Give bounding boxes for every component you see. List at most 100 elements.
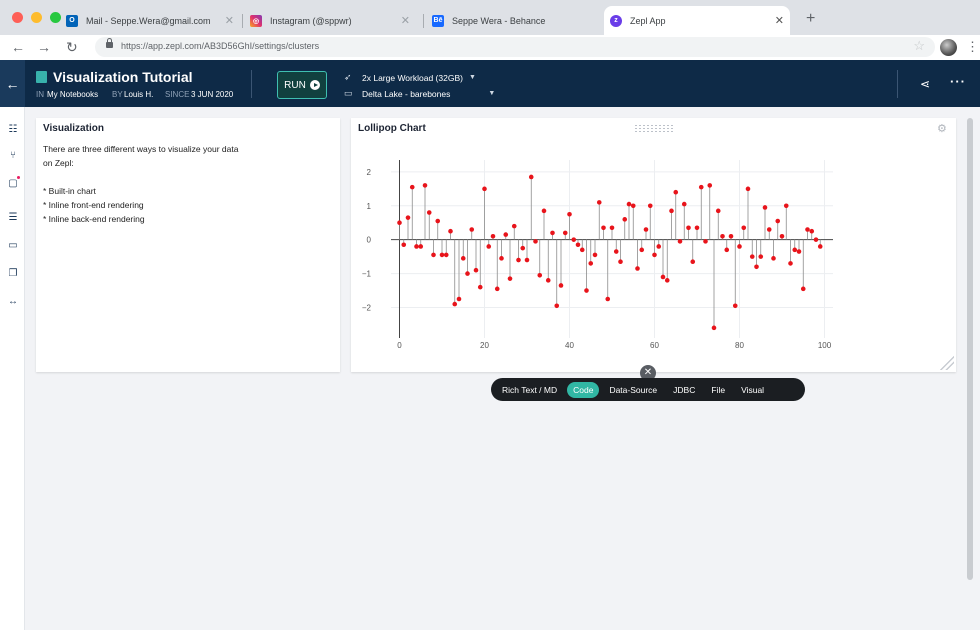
url-field[interactable]: https://app.zepl.com/AB3D56GhI/settings/… [95,37,935,57]
git-branch-icon[interactable]: ⑂ [7,150,19,162]
lollipop-point [524,257,530,263]
share-icon[interactable]: ⋖ [920,77,930,91]
behance-icon: Bē [432,14,444,27]
lollipop-point [809,228,815,234]
back-arrow-icon[interactable]: ← [0,60,25,107]
toolbar-file[interactable]: File [705,382,731,398]
comments-icon[interactable]: ▢ [7,178,19,190]
browser-tab-zepl[interactable]: z Zepl App ✕ [604,6,790,35]
lollipop-point [647,203,653,209]
close-icon[interactable]: ✕ [225,14,234,27]
lollipop-point [805,227,810,232]
new-tab-button[interactable]: + [806,10,815,28]
lollipop-point [741,225,747,231]
browser-menu-icon[interactable]: ⋮ [966,38,979,56]
lollipop-point [499,256,504,261]
datasource-icon[interactable]: ▭ [7,240,19,252]
code-icon[interactable]: ↔ [7,296,19,308]
lollipop-point [414,244,419,249]
datasource-icon: ▭ [344,88,353,98]
toolbar-code[interactable]: Code [567,381,600,398]
outlook-icon: O [66,14,78,27]
browser-tab-instagram[interactable]: ◎ Instagram (@sppwr) ✕ [244,6,416,35]
tab-label: Seppe Wera - Behance [452,15,546,26]
run-label: RUN [284,79,306,91]
minimize-window-button[interactable] [31,12,42,23]
notebook-header: ← Visualization Tutorial IN My Notebooks… [0,60,980,107]
lollipop-point [652,252,657,258]
lollipop-point [465,271,470,276]
lollipop-point [703,239,708,244]
lollipop-point [507,276,513,281]
lollipop-point [724,247,730,253]
run-button[interactable]: RUN [277,71,327,99]
profile-avatar[interactable] [940,39,957,56]
lollipop-point [754,264,759,270]
close-icon[interactable]: ✕ [401,14,410,27]
lollipop-point [643,227,649,232]
notebook-folder-link[interactable]: My Notebooks [47,90,98,99]
lock-icon [106,38,113,48]
lollipop-point [677,239,683,244]
lollipop-point [456,296,462,302]
lollipop-point [728,233,734,239]
lollipop-point [711,325,717,331]
toolbar-visual[interactable]: Visual [735,382,770,398]
lollipop-point [503,232,509,237]
lollipop-point [554,303,560,309]
bookmark-star-icon[interactable]: ☆ [913,38,925,54]
reload-icon[interactable]: ↻ [66,39,78,56]
url-text: https://app.zepl.com/AB3D56GhI/settings/… [121,41,320,51]
lollipop-point [788,261,793,266]
close-window-button[interactable] [12,12,23,23]
browser-tab-mail[interactable]: O Mail - Seppe.Wera@gmail.com ✕ [60,6,240,35]
lollipop-point [511,223,517,229]
back-arrow-icon[interactable]: ← [11,39,25,55]
address-bar-row: ← → ↻ https://app.zepl.com/AB3D56GhI/set… [0,35,980,60]
page-scrollbar[interactable] [967,118,973,580]
notebook-title[interactable]: Visualization Tutorial [53,69,193,85]
lollipop-point [690,259,696,265]
lollipop-point [720,233,725,239]
browser-tab-behance[interactable]: Bē Seppe Wera - Behance [426,6,604,35]
lollipop-point [426,210,432,215]
x-tick-label: 100 [818,341,832,350]
toolbar-data-source[interactable]: Data-Source [603,382,663,398]
outline-icon[interactable]: ☷ [7,124,19,136]
text-paragraph: Visualization There are three different … [36,118,340,372]
lollipop-point [482,186,487,192]
forward-arrow-icon[interactable]: → [37,39,51,55]
lollipop-point [409,184,415,190]
toolbar-jdbc[interactable]: JDBC [667,382,701,398]
lollipop-point [435,218,441,224]
tab-divider [423,14,424,28]
lollipop-point [537,272,543,278]
database-icon[interactable]: ☰ [7,212,19,224]
lollipop-point [715,208,721,214]
lollipop-point [694,225,700,231]
lollipop-point [596,200,602,205]
workload-select[interactable]: ➶ 2x Large Workload (32GB) ▼ [344,72,476,83]
more-options-icon[interactable]: ··· [950,74,966,89]
copy-icon[interactable]: ❐ [7,268,19,280]
lollipop-point [673,189,679,195]
by-label: BY [112,90,123,99]
lollipop-point [613,249,619,254]
lollipop-point [669,208,674,214]
lollipop-point [584,288,589,293]
notebook-icon [36,71,47,83]
lollipop-point [405,215,411,220]
y-tick-label: −1 [362,270,372,279]
resize-handle[interactable] [938,354,954,370]
toolbar-rich-text[interactable]: Rich Text / MD [496,382,563,398]
lollipop-point [618,259,623,265]
lollipop-point [443,252,449,258]
since-label: SINCE [165,90,190,99]
datasource-select[interactable]: ▭ Delta Lake - barebones ▼ [344,88,495,99]
lollipop-point [520,245,526,251]
close-icon[interactable]: ✕ [775,14,784,27]
lollipop-point [796,249,802,254]
browser-tab-bar: O Mail - Seppe.Wera@gmail.com ✕ ◎ Instag… [0,0,980,35]
lollipop-point [656,244,662,249]
tab-label: Instagram (@sppwr) [270,15,352,26]
